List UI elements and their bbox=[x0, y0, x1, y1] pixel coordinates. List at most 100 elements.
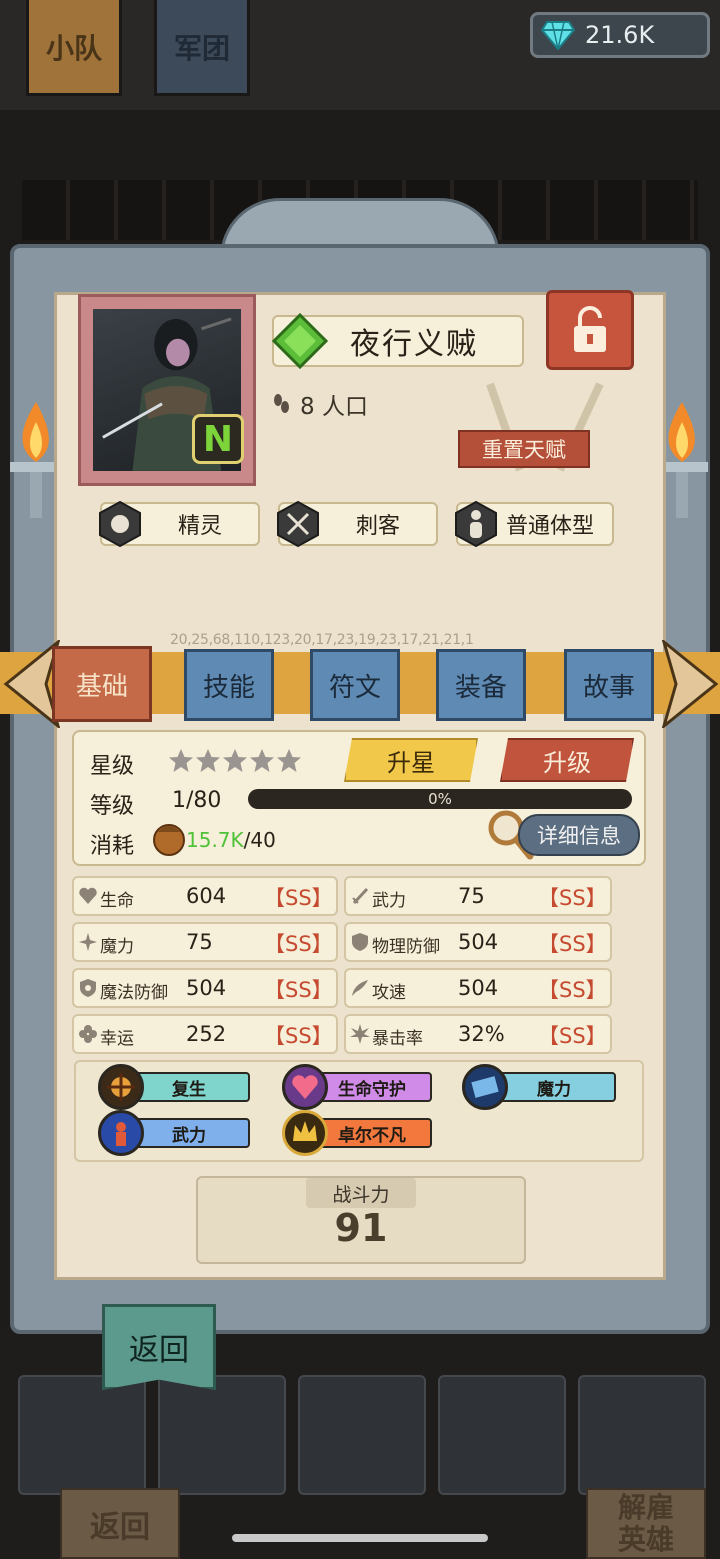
diamond-value: 21.6K bbox=[585, 21, 655, 49]
stat-value: 252 bbox=[186, 1022, 227, 1046]
stat-grade: 【SS】 bbox=[538, 886, 607, 910]
cost-label: 消耗 bbox=[90, 834, 135, 859]
body-type-tag: 普通体型 bbox=[455, 500, 614, 548]
class-label: 刺客 bbox=[356, 514, 401, 539]
stat-value: 504 bbox=[458, 976, 499, 1000]
tab-equipment[interactable]: 装备 bbox=[436, 649, 526, 721]
talent-label: 卓尔不凡 bbox=[312, 1118, 432, 1148]
star-rating bbox=[168, 748, 302, 774]
star-icon bbox=[223, 749, 247, 772]
stat-value: 75 bbox=[458, 884, 485, 908]
green-gem-icon bbox=[272, 313, 328, 369]
talent-revive[interactable]: 复生 bbox=[98, 1064, 250, 1110]
combat-power-value: 91 bbox=[334, 1206, 388, 1250]
talent-label: 生命守护 bbox=[312, 1072, 432, 1102]
heart-icon bbox=[79, 887, 97, 904]
detail-info-button[interactable]: 详细信息 bbox=[518, 814, 640, 856]
population-value: 8 人口 bbox=[300, 394, 368, 420]
population-info: 8 人口 bbox=[272, 387, 368, 421]
exp-progress-bar: 0% bbox=[248, 789, 632, 809]
cost-have: 15.7K bbox=[186, 828, 244, 852]
stat-luck: 幸运 252 【SS】 bbox=[72, 1014, 338, 1054]
tab-story[interactable]: 故事 bbox=[564, 649, 654, 721]
stat-magic-defense: 魔法防御 504 【SS】 bbox=[72, 968, 338, 1008]
talent-outstanding[interactable]: 卓尔不凡 bbox=[282, 1110, 432, 1156]
star-icon bbox=[196, 749, 220, 772]
crown-icon bbox=[282, 1110, 328, 1156]
dismiss-label-line2: 英雄 bbox=[617, 1522, 674, 1556]
level-label: 等级 bbox=[90, 794, 135, 819]
tab-legion[interactable]: 军团 bbox=[154, 0, 250, 96]
life-guard-icon bbox=[282, 1064, 328, 1110]
stat-name: 攻速 bbox=[372, 983, 406, 1003]
body-type-label: 普通体型 bbox=[506, 514, 595, 539]
stat-hp: 生命 604 【SS】 bbox=[72, 876, 338, 916]
warrior-icon bbox=[98, 1110, 144, 1156]
magic-book-icon bbox=[462, 1064, 508, 1110]
lock-button[interactable] bbox=[546, 290, 634, 370]
exp-progress-text: 0% bbox=[428, 790, 452, 808]
back-button[interactable]: 返回 bbox=[102, 1304, 216, 1390]
stat-value: 32% bbox=[458, 1022, 505, 1046]
stat-name: 魔法防御 bbox=[100, 983, 168, 1003]
dismiss-hero-button[interactable]: 解雇 英雄 bbox=[586, 1488, 706, 1559]
tab-runes[interactable]: 符文 bbox=[310, 649, 400, 721]
star-up-button[interactable]: 升星 bbox=[344, 738, 478, 782]
hero-slot[interactable] bbox=[438, 1375, 566, 1495]
star-icon bbox=[277, 749, 301, 772]
hero-slot[interactable] bbox=[578, 1375, 706, 1495]
cost-need: /40 bbox=[243, 828, 276, 852]
debug-text: 20,25,68,110,123,20,17,23,19,23,17,21,21… bbox=[170, 632, 474, 648]
stat-grade: 【SS】 bbox=[264, 932, 333, 956]
stat-name: 物理防御 bbox=[372, 937, 440, 957]
stat-grade: 【SS】 bbox=[538, 1024, 607, 1048]
tab-squad[interactable]: 小队 bbox=[26, 0, 122, 96]
body-type-icon bbox=[455, 500, 497, 548]
talent-life-guard[interactable]: 生命守护 bbox=[282, 1064, 432, 1110]
stat-grade: 【SS】 bbox=[264, 886, 333, 910]
hero-slot[interactable] bbox=[298, 1375, 426, 1495]
class-tag: 刺客 bbox=[277, 500, 438, 548]
stat-grade: 【SS】 bbox=[264, 978, 333, 1002]
shield-icon bbox=[352, 933, 368, 951]
talent-magic[interactable]: 魔力 bbox=[462, 1064, 616, 1110]
stat-name: 幸运 bbox=[100, 1029, 134, 1049]
combat-power-label: 战斗力 bbox=[306, 1178, 416, 1208]
stat-value: 504 bbox=[186, 976, 227, 1000]
stat-crit-rate: 暴击率 32% 【SS】 bbox=[344, 1014, 612, 1054]
arrow-right-icon[interactable] bbox=[662, 640, 720, 728]
diamond-icon bbox=[541, 21, 575, 50]
unlock-icon bbox=[574, 306, 606, 352]
magic-shield-icon bbox=[80, 979, 96, 997]
stat-force: 武力 75 【SS】 bbox=[344, 876, 612, 916]
star-icon bbox=[250, 749, 274, 772]
hero-slot[interactable] bbox=[158, 1375, 286, 1495]
stat-magic: 魔力 75 【SS】 bbox=[72, 922, 338, 962]
stat-grade: 【SS】 bbox=[264, 1024, 333, 1048]
tab-basic[interactable]: 基础 bbox=[52, 646, 152, 722]
tab-skills[interactable]: 技能 bbox=[184, 649, 274, 721]
stat-attack-speed: 攻速 504 【SS】 bbox=[344, 968, 612, 1008]
home-indicator[interactable] bbox=[232, 1534, 488, 1542]
revive-icon bbox=[98, 1064, 144, 1110]
stat-name: 魔力 bbox=[100, 937, 134, 957]
race-tag: 精灵 bbox=[99, 500, 260, 548]
rarity-badge: N bbox=[192, 414, 244, 464]
stat-value: 504 bbox=[458, 930, 499, 954]
talent-label: 武力 bbox=[128, 1118, 250, 1148]
race-label: 精灵 bbox=[178, 514, 223, 539]
assassin-icon bbox=[277, 500, 319, 548]
level-up-button[interactable]: 升级 bbox=[500, 738, 634, 782]
stat-value: 75 bbox=[186, 930, 213, 954]
star-label: 星级 bbox=[90, 754, 135, 779]
star-icon bbox=[169, 749, 193, 772]
footprint-icon bbox=[274, 394, 289, 413]
hero-slot[interactable] bbox=[18, 1375, 146, 1495]
diamond-counter: 21.6K bbox=[530, 12, 710, 58]
talent-force[interactable]: 武力 bbox=[98, 1110, 250, 1156]
bottom-back-button[interactable]: 返回 bbox=[60, 1488, 180, 1559]
reset-talent-button[interactable]: 重置天赋 bbox=[458, 430, 590, 468]
cost-value: 15.7K/40 bbox=[186, 828, 276, 852]
dismiss-label-line1: 解雇 bbox=[617, 1490, 674, 1524]
level-value: 1/80 bbox=[172, 788, 222, 813]
